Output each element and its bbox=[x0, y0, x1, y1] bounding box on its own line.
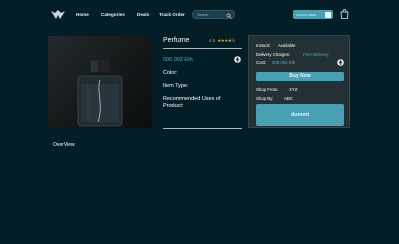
ethereum-icon bbox=[337, 59, 344, 66]
nav-deals[interactable]: Deals bbox=[137, 12, 149, 17]
product-title: Perfume bbox=[163, 37, 190, 44]
nav-home[interactable]: Home bbox=[76, 12, 89, 17]
shop-from-value: XYZ bbox=[289, 87, 298, 92]
item-type-label: Item Type: bbox=[163, 83, 189, 89]
product-rating: 4.5 ★★★★½ bbox=[209, 38, 235, 44]
product-price: 000.002 Eth bbox=[163, 57, 193, 63]
rating-stars: ★★★★½ bbox=[217, 38, 235, 43]
shop-from-label: Shop From: bbox=[256, 87, 279, 92]
product-image bbox=[48, 36, 152, 128]
purchase-panel: Instock: Available Delivery Charges: Fre… bbox=[248, 35, 350, 128]
wallet-icon bbox=[325, 11, 331, 18]
color-label: Color: bbox=[163, 70, 178, 76]
connect-wallet-label: Connect Wallet bbox=[296, 12, 317, 17]
divider bbox=[163, 48, 242, 49]
rating-value: 4.5 bbox=[209, 38, 216, 43]
product-page: Aura Home Categories Deals Track Order S… bbox=[0, 0, 399, 244]
search-input[interactable]: Search bbox=[192, 10, 235, 19]
instock-value: Available bbox=[278, 43, 296, 48]
connect-wallet-button[interactable]: Connect Wallet bbox=[293, 10, 333, 19]
search-icon[interactable] bbox=[226, 13, 232, 19]
logo-text: Aura bbox=[57, 12, 64, 16]
shop-by-label: Shop By: bbox=[256, 96, 274, 101]
ethereum-icon bbox=[234, 56, 241, 63]
dummy-button[interactable]: dummt bbox=[256, 104, 344, 126]
cost-label: Cost: bbox=[256, 60, 267, 65]
recommended-uses-label: Recommended Uses of Product: bbox=[163, 96, 221, 109]
buy-now-button[interactable]: Buy Now bbox=[256, 72, 344, 81]
shopping-bag-icon[interactable] bbox=[340, 9, 349, 19]
delivery-label: Delivery Charges: bbox=[256, 52, 291, 57]
instock-label: Instock: bbox=[256, 43, 271, 48]
search-placeholder: Search bbox=[197, 13, 209, 17]
shop-by-value: ABC bbox=[284, 96, 293, 101]
nav-categories[interactable]: Categories bbox=[101, 12, 125, 17]
overview-heading: OverView bbox=[53, 142, 75, 148]
divider bbox=[163, 128, 242, 129]
delivery-value: Free Delivery bbox=[303, 52, 329, 57]
nav-track-order[interactable]: Track Order bbox=[159, 12, 185, 17]
cost-value: 000.002 Eth bbox=[272, 60, 296, 65]
